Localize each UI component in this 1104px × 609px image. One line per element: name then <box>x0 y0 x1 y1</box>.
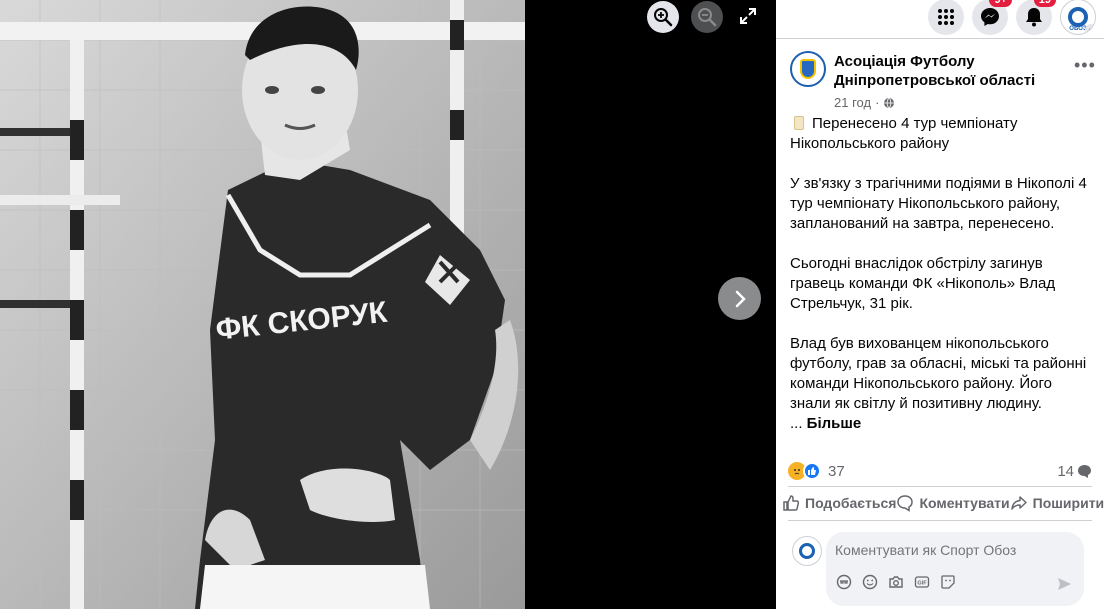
see-more-link[interactable]: Більше <box>807 415 862 432</box>
post-paragraph: Перенесено 4 тур чемпіонату Нікопольсько… <box>790 115 1018 152</box>
like-reaction-icon <box>803 462 821 480</box>
comment-button[interactable]: Коментувати <box>896 494 1010 512</box>
post-actions: Подобається Коментувати Поширити <box>782 489 1104 517</box>
header-divider <box>776 38 1104 39</box>
bell-icon <box>1026 8 1042 27</box>
svg-text:GIF: GIF <box>917 581 927 587</box>
actions-bottom-divider <box>788 520 1092 521</box>
post-time[interactable]: 21 год <box>834 95 871 110</box>
comment-box: GIF <box>826 532 1084 606</box>
commenter-avatar[interactable] <box>792 536 822 566</box>
messenger-button[interactable]: 9+ <box>972 0 1012 35</box>
comment-icon <box>897 495 914 512</box>
grid-menu-icon <box>938 9 954 25</box>
comment-bubble-icon <box>1078 464 1091 478</box>
federation-crest-icon <box>800 59 816 79</box>
globe-icon <box>884 97 895 108</box>
menu-button[interactable] <box>928 0 964 35</box>
post-body: Перенесено 4 тур чемпіонату Нікопольсько… <box>790 114 1090 434</box>
post-paragraph: Сьогодні внаслідок обстрілу загинув грав… <box>790 255 1056 312</box>
scroll-emoji-icon <box>794 116 804 130</box>
expand-button[interactable] <box>736 4 760 28</box>
gif-icon[interactable]: GIF <box>914 574 930 590</box>
reaction-summary[interactable]: 37 <box>788 462 845 480</box>
notifications-button[interactable]: 19 <box>1016 0 1056 35</box>
separator-dot: · <box>875 95 880 110</box>
messenger-icon <box>981 8 999 26</box>
more-options-button[interactable]: ••• <box>1074 55 1096 76</box>
expand-icon <box>740 8 756 24</box>
share-icon <box>1010 496 1027 510</box>
reaction-count: 37 <box>828 462 845 480</box>
camera-icon[interactable] <box>888 574 904 590</box>
zoom-out-button[interactable] <box>691 1 723 33</box>
thumbs-up-icon <box>783 495 800 511</box>
notifications-badge: 19 <box>1033 0 1056 7</box>
post-panel: 9+ 19 ОБОЗ ▾ Асоціація Футболу Дніпропет… <box>776 0 1104 609</box>
top-bar: 9+ 19 ОБОЗ ▾ <box>928 0 1096 35</box>
zoom-in-button[interactable] <box>647 1 679 33</box>
comment-input[interactable] <box>835 542 1065 558</box>
reactions-bar: 37 14 <box>788 462 1092 480</box>
post-paragraph: Влад був вихованцем нікопольського футбо… <box>790 335 1087 432</box>
next-photo-button[interactable] <box>718 277 761 320</box>
zoom-in-icon <box>654 8 673 27</box>
send-icon[interactable] <box>1056 576 1072 592</box>
post-photo: ФК СКОРУК <box>0 0 525 609</box>
comment-tools: GIF <box>836 574 956 590</box>
share-button[interactable]: Поширити <box>1010 494 1104 512</box>
post-paragraph: У зв'язку з трагічними подіями в Нікопол… <box>790 175 1087 232</box>
messenger-badge: 9+ <box>989 0 1012 7</box>
chevron-right-icon <box>735 290 746 307</box>
emoji-icon[interactable] <box>862 574 878 590</box>
zoom-out-icon <box>698 8 717 27</box>
page-avatar[interactable] <box>790 51 826 87</box>
sport-oboz-logo-icon <box>799 543 815 559</box>
actions-top-divider <box>788 486 1092 487</box>
page-name[interactable]: Асоціація Футболу Дніпропетровської обла… <box>834 52 1054 90</box>
sport-oboz-logo-icon <box>1068 7 1088 27</box>
see-more-prefix: ... <box>790 415 807 432</box>
post-meta: 21 год · <box>834 95 895 110</box>
photo-viewer: ФК СКОРУК <box>0 0 776 609</box>
comment-count[interactable]: 14 <box>1057 463 1092 480</box>
avatar-sticker-icon[interactable] <box>836 574 852 590</box>
chevron-down-icon: ▾ <box>1085 24 1095 34</box>
account-avatar[interactable]: ОБОЗ ▾ <box>1060 0 1096 35</box>
sticker-icon[interactable] <box>940 574 956 590</box>
like-button[interactable]: Подобається <box>782 494 896 512</box>
